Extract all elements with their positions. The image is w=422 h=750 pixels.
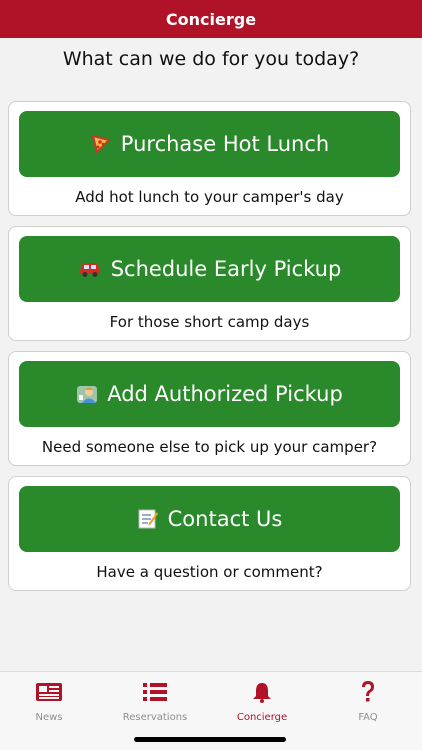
tab-reservations[interactable]: Reservations	[105, 672, 205, 728]
card-caption: Need someone else to pick up your camper…	[41, 438, 378, 456]
car-icon	[78, 259, 102, 279]
tab-news-label: News	[35, 712, 63, 723]
memo-icon	[137, 508, 159, 530]
card-authorized-pickup: Add Authorized Pickup Need someone else …	[8, 351, 411, 466]
list-icon	[142, 680, 168, 704]
card-early-pickup: Schedule Early Pickup For those short ca…	[8, 226, 411, 341]
card-hot-lunch: Purchase Hot Lunch Add hot lunch to your…	[8, 101, 411, 216]
newspaper-icon	[35, 680, 63, 704]
intro-text: What can we do for you today?	[62, 48, 360, 70]
pizza-icon	[90, 133, 112, 155]
schedule-early-pickup-button[interactable]: Schedule Early Pickup	[19, 236, 400, 302]
schedule-early-pickup-label: Schedule Early Pickup	[110, 257, 342, 281]
contact-us-button[interactable]: Contact Us	[19, 486, 400, 552]
page-title: Concierge	[165, 9, 257, 29]
contact-us-label: Contact Us	[167, 507, 283, 531]
tab-concierge-label: Concierge	[236, 712, 288, 723]
card-contact: Contact Us Have a question or comment?	[8, 476, 411, 591]
tab-news[interactable]: News	[0, 672, 99, 728]
purchase-hot-lunch-button[interactable]: Purchase Hot Lunch	[19, 111, 400, 177]
bell-icon	[251, 680, 273, 704]
header-bar: Concierge	[0, 0, 422, 38]
add-authorized-pickup-label: Add Authorized Pickup	[107, 382, 343, 406]
tab-reservations-label: Reservations	[122, 712, 188, 723]
person-id-icon	[76, 383, 98, 405]
card-caption: Add hot lunch to your camper's day	[75, 188, 344, 206]
add-authorized-pickup-button[interactable]: Add Authorized Pickup	[19, 361, 400, 427]
card-caption: For those short camp days	[109, 313, 310, 331]
question-icon	[359, 680, 377, 704]
home-indicator	[134, 737, 286, 742]
card-caption: Have a question or comment?	[96, 563, 323, 581]
tab-concierge[interactable]: Concierge	[212, 672, 312, 728]
tab-faq-label: FAQ	[358, 712, 378, 723]
purchase-hot-lunch-label: Purchase Hot Lunch	[120, 132, 330, 156]
tab-faq[interactable]: FAQ	[318, 672, 418, 728]
